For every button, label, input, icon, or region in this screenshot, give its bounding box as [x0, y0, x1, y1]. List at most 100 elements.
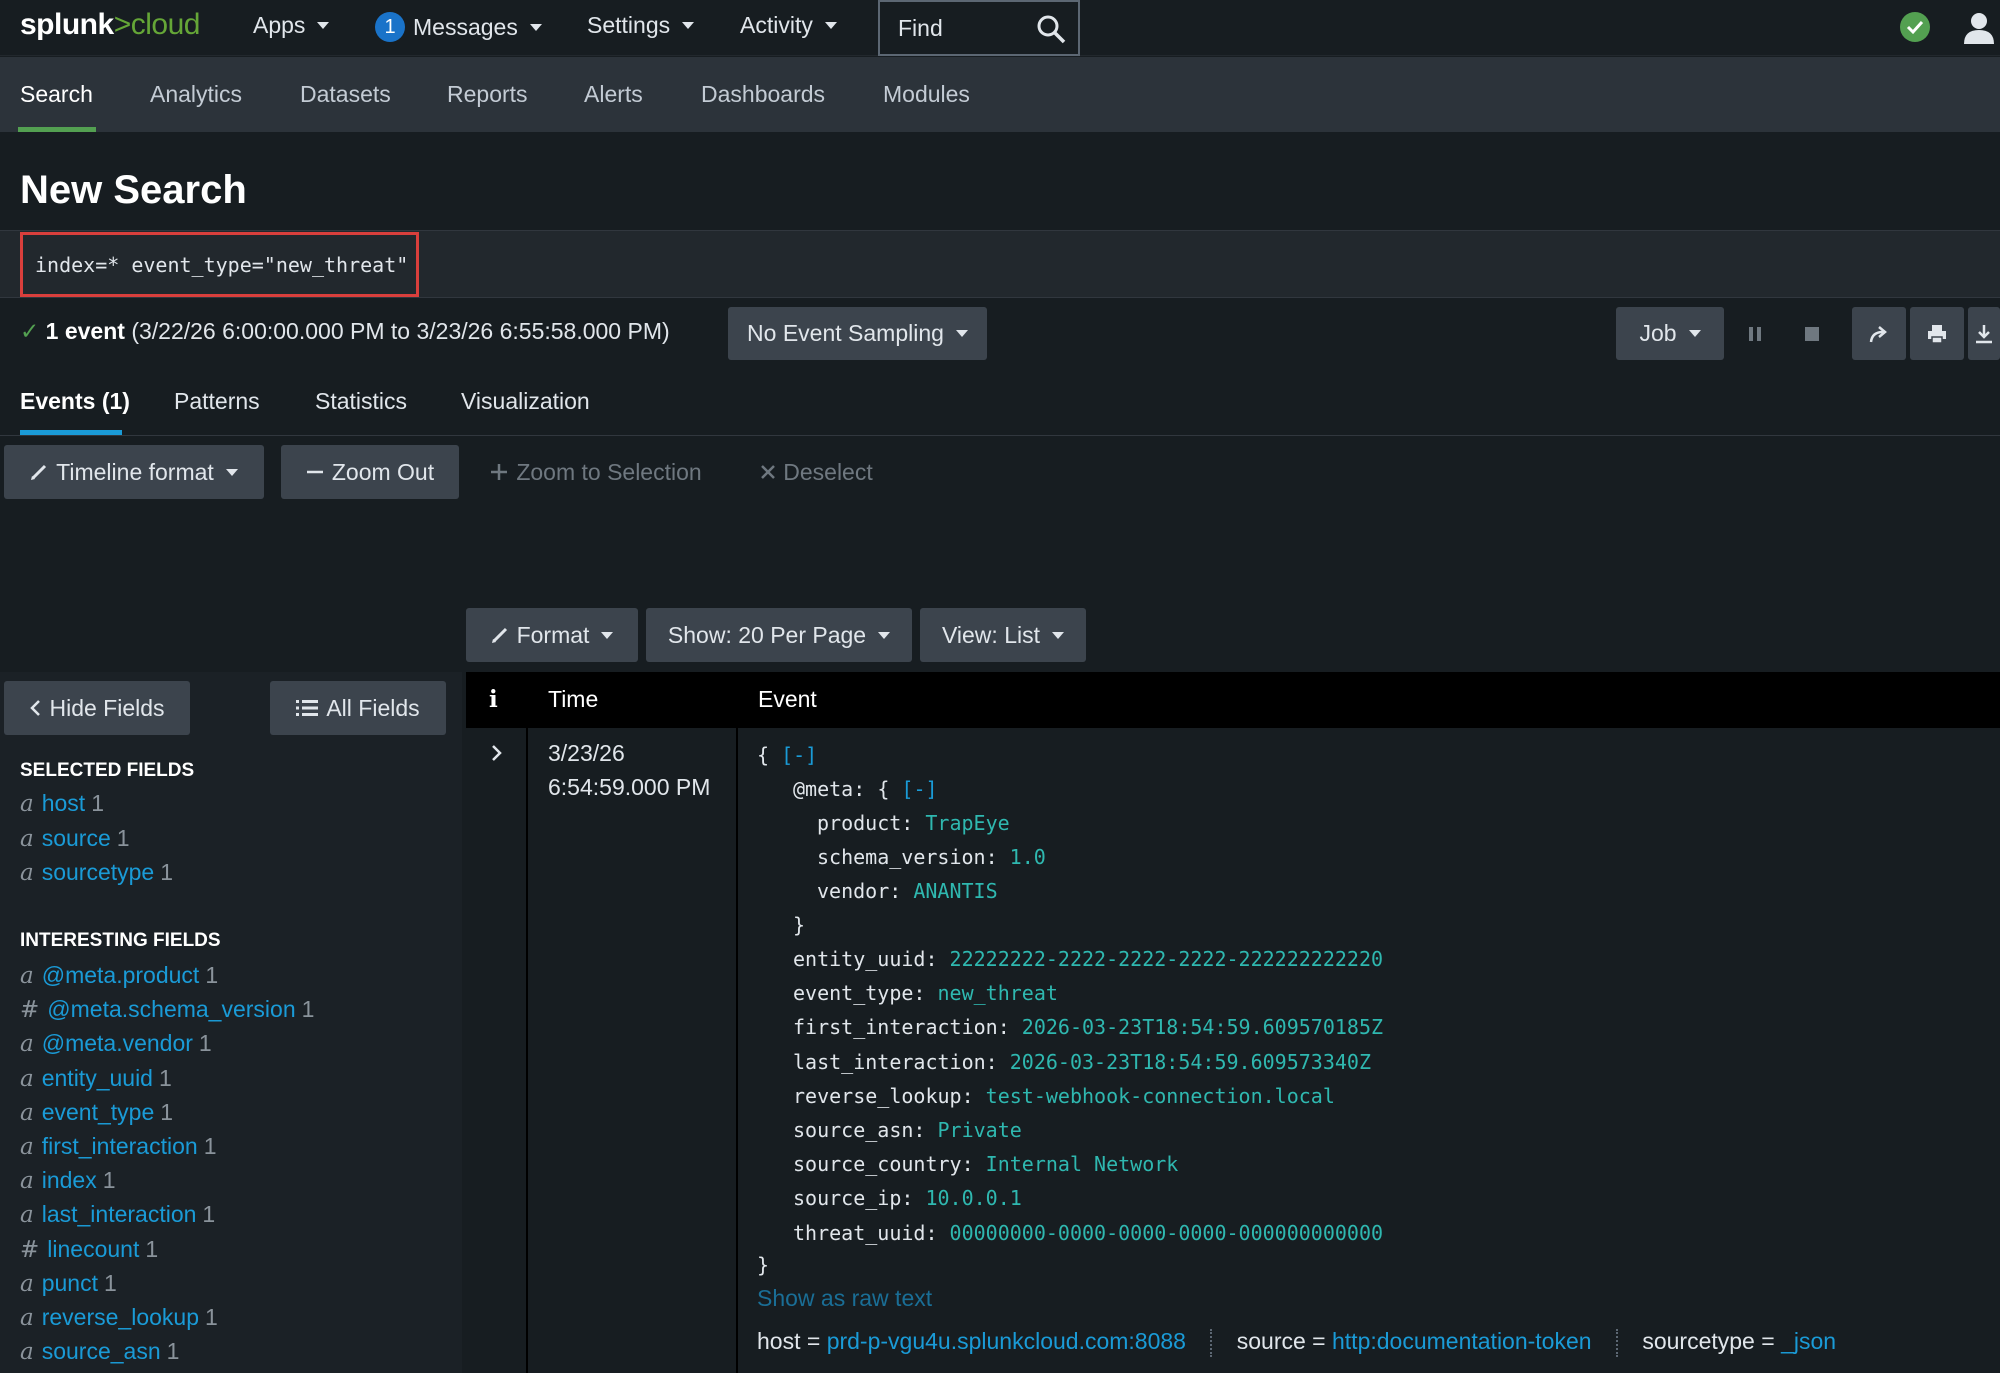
json-value[interactable]: 2026-03-23T18:54:59.609570185Z: [1022, 1015, 1383, 1039]
field-item[interactable]: a index 1: [20, 1167, 116, 1194]
field-item[interactable]: a punct 1: [20, 1270, 117, 1297]
json-key[interactable]: threat_uuid: [793, 1221, 925, 1245]
app-tab-dashboards[interactable]: Dashboards: [701, 81, 825, 108]
field-name[interactable]: index: [42, 1167, 97, 1193]
view-dropdown[interactable]: View: List: [920, 608, 1086, 662]
json-key[interactable]: first_interaction: [793, 1015, 998, 1039]
field-item[interactable]: a reverse_lookup 1: [20, 1304, 218, 1331]
collapse-toggle[interactable]: [-]: [781, 743, 817, 767]
json-key[interactable]: vendor: [817, 879, 889, 903]
json-key[interactable]: event_type: [793, 981, 913, 1005]
settings-menu[interactable]: Settings: [587, 12, 695, 39]
host-value-link[interactable]: prd-p-vgu4u.splunkcloud.com:8088: [827, 1328, 1186, 1354]
json-value[interactable]: 00000000-0000-0000-0000-000000000000: [950, 1221, 1383, 1245]
export-button[interactable]: [1968, 307, 2000, 360]
splunk-cloud-logo[interactable]: splunk>cloud: [20, 8, 200, 42]
event-date[interactable]: 3/23/26: [548, 740, 625, 767]
field-name[interactable]: @meta.schema_version: [47, 996, 295, 1022]
zoom-to-selection-button[interactable]: Zoom to Selection: [486, 445, 706, 499]
json-value[interactable]: 2026-03-23T18:54:59.609573340Z: [1010, 1050, 1371, 1074]
share-button[interactable]: [1852, 307, 1906, 360]
json-value[interactable]: ANANTIS: [913, 879, 997, 903]
collapse-toggle[interactable]: [-]: [901, 777, 937, 801]
json-key[interactable]: schema_version: [817, 845, 986, 869]
all-fields-button[interactable]: All Fields: [270, 681, 446, 735]
chevron-right-icon[interactable]: [489, 743, 505, 763]
field-name[interactable]: reverse_lookup: [42, 1304, 199, 1330]
json-key[interactable]: product: [817, 811, 901, 835]
per-page-dropdown[interactable]: Show: 20 Per Page: [646, 608, 912, 662]
json-value[interactable]: Internal Network: [986, 1152, 1179, 1176]
json-key[interactable]: last_interaction: [793, 1050, 986, 1074]
field-item[interactable]: a first_interaction 1: [20, 1133, 216, 1160]
job-dropdown[interactable]: Job: [1616, 307, 1724, 360]
json-value[interactable]: TrapEye: [925, 811, 1009, 835]
activity-menu[interactable]: Activity: [740, 12, 837, 39]
json-value[interactable]: 1.0: [1010, 845, 1046, 869]
json-value[interactable]: 22222222-2222-2222-2222-222222222220: [950, 947, 1383, 971]
app-tab-reports[interactable]: Reports: [447, 81, 528, 108]
show-raw-text-link[interactable]: Show as raw text: [757, 1285, 932, 1312]
user-icon[interactable]: [1962, 10, 1996, 44]
tab-visualization[interactable]: Visualization: [461, 388, 590, 415]
timeline-format-dropdown[interactable]: Timeline format: [4, 445, 264, 499]
sourcetype-value-link[interactable]: _json: [1781, 1328, 1836, 1354]
field-item[interactable]: a sourcetype 1: [20, 859, 173, 886]
field-item[interactable]: a source_asn 1: [20, 1338, 179, 1365]
json-value[interactable]: new_threat: [938, 981, 1058, 1005]
field-item[interactable]: a @meta.product 1: [20, 962, 218, 989]
json-value[interactable]: test-webhook-connection.local: [986, 1084, 1335, 1108]
field-item[interactable]: a event_type 1: [20, 1099, 173, 1126]
event-time[interactable]: 6:54:59.000 PM: [548, 774, 710, 801]
field-name[interactable]: source_asn: [42, 1338, 161, 1364]
app-tab-search[interactable]: Search: [20, 81, 93, 108]
search-query-input[interactable]: index=* event_type="new_threat": [20, 232, 419, 297]
print-button[interactable]: [1910, 307, 1964, 360]
zoom-out-button[interactable]: Zoom Out: [281, 445, 459, 499]
pause-button[interactable]: [1735, 307, 1775, 360]
deselect-button[interactable]: Deselect: [754, 445, 880, 499]
field-item[interactable]: a host 1: [20, 790, 104, 817]
source-value-link[interactable]: http:documentation-token: [1332, 1328, 1592, 1354]
apps-menu[interactable]: Apps: [253, 12, 330, 39]
field-item[interactable]: a @meta.vendor 1: [20, 1030, 212, 1057]
check-circle-icon[interactable]: [1900, 12, 1930, 42]
field-name[interactable]: entity_uuid: [42, 1065, 153, 1091]
field-name[interactable]: sourcetype: [42, 859, 155, 885]
field-name[interactable]: @meta.product: [42, 962, 200, 988]
tab-statistics[interactable]: Statistics: [315, 388, 407, 415]
field-name[interactable]: last_interaction: [42, 1201, 197, 1227]
field-name[interactable]: punct: [42, 1270, 98, 1296]
json-value[interactable]: 10.0.0.1: [925, 1186, 1021, 1210]
json-value[interactable]: Private: [938, 1118, 1022, 1142]
field-name[interactable]: first_interaction: [42, 1133, 198, 1159]
field-item[interactable]: # linecount 1: [20, 1236, 158, 1263]
field-item[interactable]: # @meta.schema_version 1: [20, 996, 314, 1023]
hide-fields-button[interactable]: Hide Fields: [4, 681, 190, 735]
find-input[interactable]: Find: [878, 0, 1080, 56]
stop-button[interactable]: [1792, 307, 1832, 360]
field-item[interactable]: a entity_uuid 1: [20, 1065, 172, 1092]
format-dropdown[interactable]: Format: [466, 608, 638, 662]
field-item[interactable]: a source 1: [20, 825, 130, 852]
tab-patterns[interactable]: Patterns: [174, 388, 260, 415]
json-key[interactable]: source_ip: [793, 1186, 901, 1210]
json-key[interactable]: reverse_lookup: [793, 1084, 962, 1108]
field-name[interactable]: @meta.vendor: [42, 1030, 193, 1056]
field-item[interactable]: a last_interaction 1: [20, 1201, 215, 1228]
field-name[interactable]: source: [42, 825, 111, 851]
json-key[interactable]: source_asn: [793, 1118, 913, 1142]
app-tab-alerts[interactable]: Alerts: [584, 81, 643, 108]
messages-menu[interactable]: 1 Messages: [375, 12, 542, 42]
event-sampling-dropdown[interactable]: No Event Sampling: [728, 307, 987, 360]
tab-events[interactable]: Events (1): [20, 388, 130, 415]
search-icon[interactable]: [1036, 14, 1066, 44]
time-column-header[interactable]: Time: [548, 686, 598, 713]
field-name[interactable]: host: [42, 790, 85, 816]
json-key[interactable]: entity_uuid: [793, 947, 925, 971]
app-tab-datasets[interactable]: Datasets: [300, 81, 391, 108]
app-tab-analytics[interactable]: Analytics: [150, 81, 242, 108]
field-name[interactable]: event_type: [42, 1099, 155, 1125]
app-tab-modules[interactable]: Modules: [883, 81, 970, 108]
field-name[interactable]: linecount: [47, 1236, 139, 1262]
